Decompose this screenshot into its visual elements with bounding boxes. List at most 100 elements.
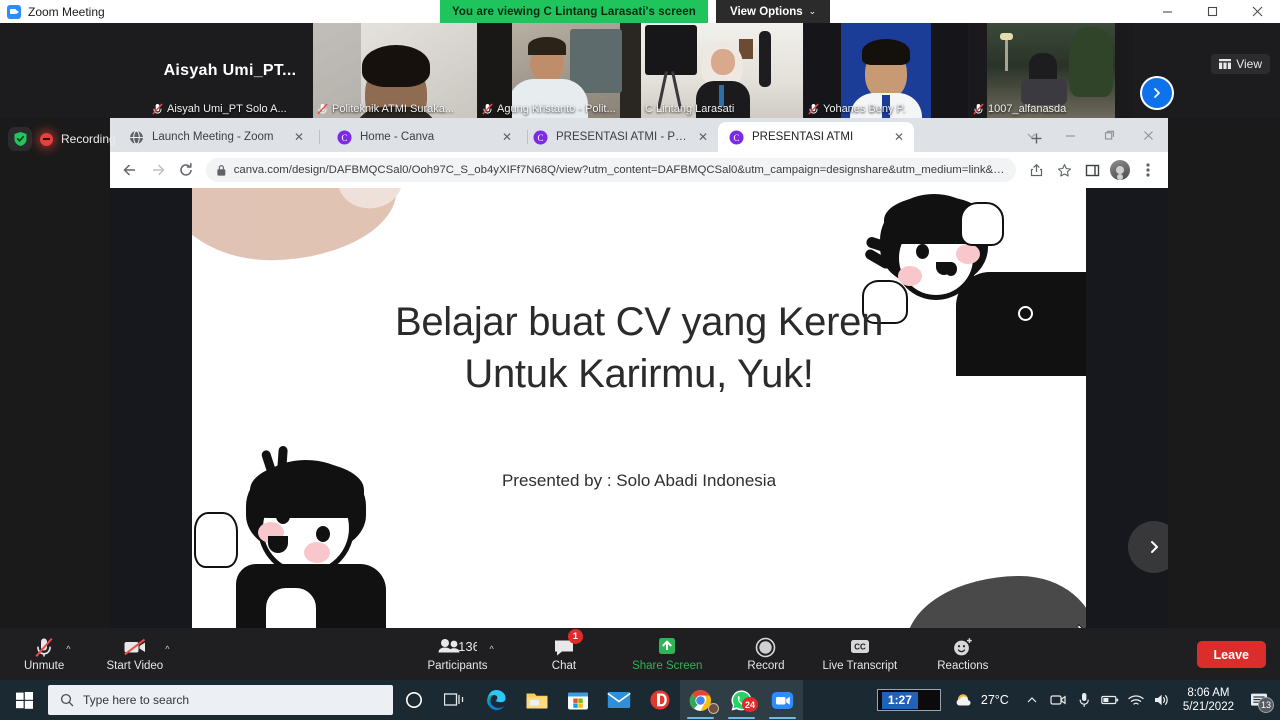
minimize-icon[interactable] bbox=[1051, 118, 1090, 152]
cortana-circle-icon[interactable] bbox=[393, 680, 434, 720]
grid-view-icon bbox=[1219, 59, 1232, 69]
volume-icon[interactable] bbox=[1149, 680, 1175, 720]
microphone-muted-icon bbox=[482, 103, 493, 115]
tab-close-icon[interactable]: ✕ bbox=[292, 130, 306, 144]
participant-name-bar: C Lintang Larasati bbox=[641, 100, 803, 118]
record-button[interactable]: Record bbox=[747, 628, 784, 680]
participant-tile[interactable]: Agung Kristanto - Polit... bbox=[478, 23, 642, 118]
participant-tile[interactable]: 1007_alfanasda bbox=[969, 23, 1133, 118]
start-video-label: Start Video bbox=[106, 660, 164, 672]
browser-tab-launch-meeting[interactable]: Launch Meeting - Zoom ✕ bbox=[118, 122, 314, 152]
start-video-button[interactable]: Start Video bbox=[106, 628, 164, 680]
taskbar-clock[interactable]: 8:06 AM 5/21/2022 bbox=[1175, 686, 1242, 714]
browser-tab-presentasi-atmi-presentation[interactable]: C PRESENTASI ATMI - Presentation ✕ bbox=[522, 122, 718, 152]
chevron-up-icon[interactable] bbox=[1019, 680, 1045, 720]
side-panel-icon[interactable] bbox=[1078, 156, 1106, 184]
chrome-window-controls bbox=[1012, 118, 1168, 152]
microsoft-store-icon[interactable] bbox=[557, 680, 598, 720]
leave-meeting-button[interactable]: Leave bbox=[1196, 641, 1266, 668]
whatsapp-icon[interactable]: 24 bbox=[721, 680, 762, 720]
view-button-label: View bbox=[1236, 57, 1262, 71]
green-shield-icon[interactable] bbox=[8, 127, 32, 151]
wifi-icon[interactable] bbox=[1123, 680, 1149, 720]
recording-timer-chip[interactable]: 1:27 bbox=[876, 689, 941, 711]
tab-close-icon[interactable]: ✕ bbox=[696, 130, 710, 144]
close-icon[interactable] bbox=[1235, 0, 1280, 23]
unmute-button[interactable]: Unmute bbox=[24, 628, 64, 680]
grey-rock-shape-icon bbox=[906, 576, 1086, 628]
svg-text:C: C bbox=[537, 133, 543, 143]
participants-button[interactable]: 136 Participants bbox=[427, 628, 488, 680]
filmstrip-next-page-button[interactable] bbox=[1140, 76, 1174, 110]
restore-icon[interactable] bbox=[1090, 118, 1129, 152]
slide-title-line-2: Untuk Karirmu, Yuk! bbox=[464, 352, 814, 396]
view-options-button[interactable]: View Options ⌄ bbox=[716, 0, 831, 23]
maximize-icon[interactable] bbox=[1190, 0, 1235, 23]
svg-text:136: 136 bbox=[459, 639, 478, 654]
participants-options-chevron-icon[interactable]: ^ bbox=[490, 644, 494, 654]
search-input[interactable]: Type here to search bbox=[48, 685, 393, 715]
canva-icon: C bbox=[729, 130, 744, 144]
forward-arrow-icon[interactable] bbox=[144, 156, 172, 184]
canva-presentation-viewport: Belajar buat CV yang Keren Untuk Karirmu… bbox=[110, 188, 1168, 628]
view-layout-button[interactable]: View bbox=[1211, 54, 1270, 74]
google-chrome-icon[interactable] bbox=[680, 680, 721, 720]
notification-center-button[interactable]: 13 bbox=[1242, 680, 1276, 720]
reactions-smiley-icon bbox=[952, 636, 974, 658]
zoom-app-icon[interactable] bbox=[762, 680, 803, 720]
star-icon[interactable] bbox=[1050, 156, 1078, 184]
tab-close-icon[interactable]: ✕ bbox=[500, 130, 514, 144]
notification-count-badge: 13 bbox=[1258, 697, 1274, 713]
share-screen-button[interactable]: Share Screen bbox=[632, 628, 702, 680]
participant-tile[interactable]: Yohanes Beny P. bbox=[804, 23, 968, 118]
participant-tile-active-speaker[interactable]: C Lintang Larasati bbox=[641, 23, 803, 118]
windows-taskbar: Type here to search 24 1:27 27°C 8:06 AM… bbox=[0, 680, 1280, 720]
weather-widget[interactable]: 27°C bbox=[955, 692, 1009, 709]
search-placeholder: Type here to search bbox=[83, 693, 190, 707]
chevron-down-icon: ⌄ bbox=[808, 6, 817, 16]
profile-avatar-icon[interactable] bbox=[1106, 156, 1134, 184]
internet-download-manager-icon[interactable] bbox=[639, 680, 680, 720]
share-icon[interactable] bbox=[1022, 156, 1050, 184]
browser-tab-home-canva[interactable]: C Home - Canva ✕ bbox=[326, 122, 522, 152]
chrome-toolbar: canva.com/design/DAFBMQCSal0/Ooh97C_S_ob… bbox=[110, 152, 1168, 188]
mail-icon[interactable] bbox=[598, 680, 639, 720]
recording-indicator[interactable]: Recording bbox=[8, 126, 116, 152]
back-arrow-icon[interactable] bbox=[116, 156, 144, 184]
participants-label: Participants bbox=[427, 660, 488, 672]
tab-close-icon[interactable]: ✕ bbox=[892, 130, 906, 144]
audio-options-chevron-icon[interactable]: ^ bbox=[66, 644, 70, 654]
microphone-tray-icon[interactable] bbox=[1071, 680, 1097, 720]
address-bar[interactable]: canva.com/design/DAFBMQCSal0/Ooh97C_S_ob… bbox=[206, 158, 1016, 182]
leave-label: Leave bbox=[1213, 647, 1249, 662]
participant-tile[interactable]: Politeknik ATMI Suraka... bbox=[313, 23, 477, 118]
live-transcript-button[interactable]: CC Live Transcript bbox=[822, 628, 897, 680]
reactions-button[interactable]: Reactions bbox=[937, 628, 988, 680]
participant-tile[interactable]: Aisyah Umi_PT... Aisyah Umi_PT Solo A... bbox=[148, 23, 312, 118]
chat-button[interactable]: 1 Chat bbox=[552, 628, 583, 680]
closed-caption-icon: CC bbox=[848, 636, 872, 658]
task-view-icon[interactable] bbox=[434, 680, 475, 720]
file-explorer-icon[interactable] bbox=[516, 680, 557, 720]
tab-title: Launch Meeting - Zoom bbox=[152, 131, 274, 143]
participant-name: Yohanes Beny P. bbox=[823, 103, 906, 115]
presentation-slide[interactable]: Belajar buat CV yang Keren Untuk Karirmu… bbox=[192, 188, 1086, 628]
video-options-chevron-icon[interactable]: ^ bbox=[165, 644, 169, 654]
three-dot-menu-icon[interactable] bbox=[1134, 156, 1162, 184]
battery-tray-icon[interactable] bbox=[1097, 680, 1123, 720]
windows-start-icon[interactable] bbox=[0, 680, 48, 720]
beige-brush-shape-icon bbox=[192, 188, 399, 265]
participant-name-bar: Politeknik ATMI Suraka... bbox=[313, 100, 477, 118]
slide-next-button[interactable] bbox=[1128, 521, 1168, 573]
tab-search-button[interactable] bbox=[1012, 118, 1051, 152]
minimize-icon[interactable] bbox=[1145, 0, 1190, 23]
browser-tab-presentasi-atmi[interactable]: C PRESENTASI ATMI ✕ bbox=[718, 122, 914, 152]
zoom-window-controls bbox=[1145, 0, 1280, 23]
microsoft-edge-icon[interactable] bbox=[475, 680, 516, 720]
search-icon bbox=[60, 693, 74, 707]
webcam-icon[interactable] bbox=[1045, 680, 1071, 720]
microphone-muted-icon bbox=[973, 103, 984, 115]
reload-icon[interactable] bbox=[172, 156, 200, 184]
close-icon[interactable] bbox=[1129, 118, 1168, 152]
participant-name: C Lintang Larasati bbox=[645, 103, 735, 115]
